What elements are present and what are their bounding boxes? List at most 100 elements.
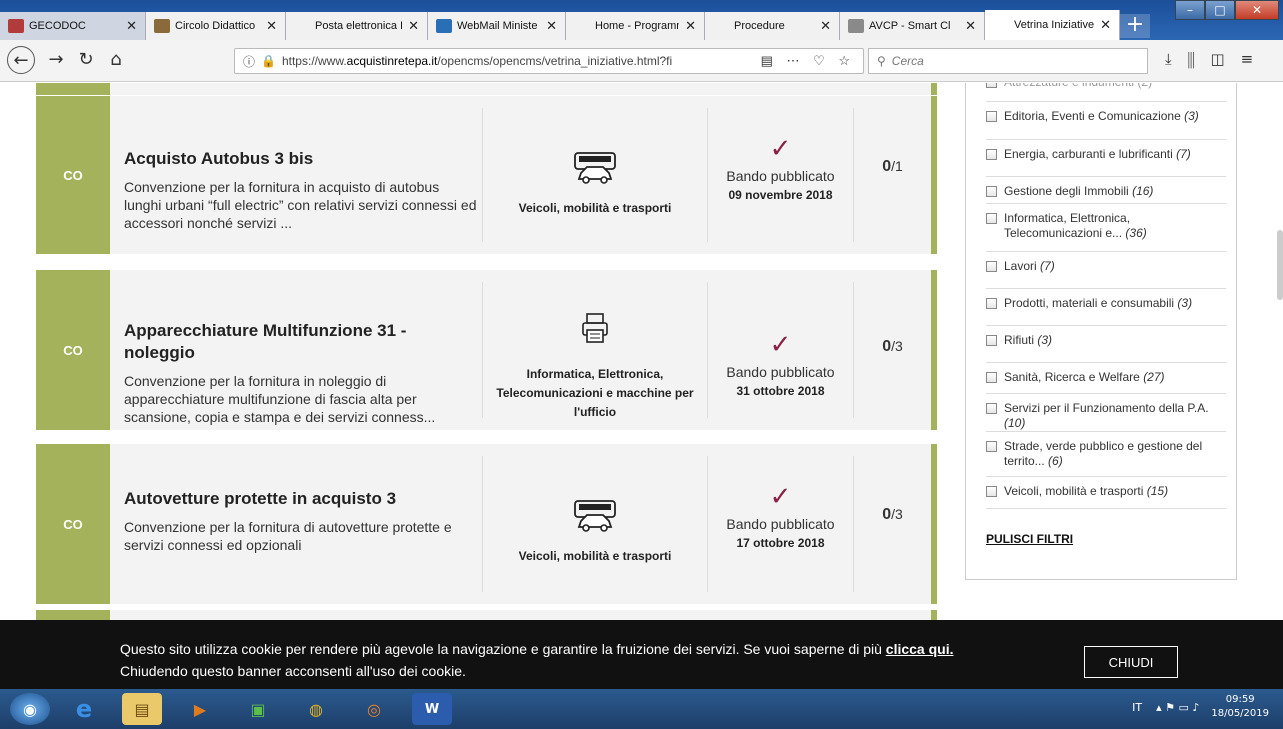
filter-checkbox[interactable] bbox=[986, 186, 997, 197]
card-count: 0/3 bbox=[853, 282, 931, 418]
tab-favicon-icon bbox=[294, 19, 310, 33]
status-label: Bando pubblicato bbox=[726, 168, 835, 184]
start-button[interactable]: ◉ bbox=[10, 693, 50, 725]
minimize-button[interactable]: – bbox=[1175, 0, 1205, 20]
browser-tab[interactable]: GECODOC ✕ bbox=[0, 12, 146, 40]
browser-tab[interactable]: Circolo Didattico ✕ bbox=[146, 12, 286, 40]
address-bar[interactable]: ⓘ 🔒 https://www. acquistinretepa.it/openc… bbox=[234, 48, 864, 74]
cookie-close-button[interactable]: CHIUDI bbox=[1084, 646, 1178, 678]
card-main: Apparecchiature Multifunzione 31 - noleg… bbox=[124, 320, 479, 426]
tab-close-icon[interactable]: ✕ bbox=[408, 18, 419, 34]
page-actions[interactable]: ▤ ⋯ ♡ ☆ bbox=[761, 53, 855, 69]
filter-checkbox[interactable] bbox=[986, 335, 997, 346]
search-input[interactable]: ⚲ Cerca bbox=[868, 48, 1148, 74]
tab-close-icon[interactable]: ✕ bbox=[1100, 17, 1111, 33]
new-tab-button[interactable]: + bbox=[1120, 14, 1150, 38]
toolbar-icons[interactable]: ⤓⫼◫≡ bbox=[1165, 50, 1269, 68]
page-content: CO Acquisto Autobus 3 bis Convenzione per … bbox=[0, 83, 1283, 620]
tab-favicon-icon bbox=[154, 19, 170, 33]
info-icon[interactable]: ⓘ bbox=[243, 53, 255, 70]
filter-separator bbox=[986, 362, 1226, 363]
filter-item[interactable]: Editoria, Eventi e Comunicazione (3) bbox=[986, 109, 1226, 124]
url-domain: acquistinretepa.it bbox=[346, 54, 438, 68]
filter-item[interactable]: Prodotti, materiali e consumabili (3) bbox=[986, 296, 1226, 311]
filter-checkbox[interactable] bbox=[986, 261, 997, 272]
filter-separator bbox=[986, 476, 1226, 477]
tab-close-icon[interactable]: ✕ bbox=[546, 18, 557, 34]
card-count: 0/1 bbox=[853, 108, 931, 242]
card-title[interactable]: Autovetture protette in acquisto 3 bbox=[124, 488, 479, 510]
tab-close-icon[interactable]: ✕ bbox=[820, 18, 831, 34]
filter-checkbox[interactable] bbox=[986, 149, 997, 160]
filter-checkbox[interactable] bbox=[986, 372, 997, 383]
scrollbar-thumb[interactable] bbox=[1277, 230, 1283, 300]
vehicle-icon bbox=[574, 152, 616, 184]
card-status: ✓ Bando pubblicato 17 ottobre 2018 bbox=[707, 456, 853, 592]
filter-item[interactable]: Sanità, Ricerca e Welfare (27) bbox=[986, 370, 1226, 385]
app-icon[interactable]: ▣ bbox=[238, 693, 278, 725]
filter-item[interactable]: Energia, carburanti e lubrificanti (7) bbox=[986, 147, 1226, 162]
window-controls: – □ ✕ bbox=[1175, 0, 1279, 20]
type-badge: CO bbox=[36, 96, 110, 254]
tab-close-icon[interactable]: ✕ bbox=[965, 18, 976, 34]
reload-button[interactable]: ↻ bbox=[72, 46, 100, 74]
initiative-card[interactable]: CO Apparecchiature Multifunzione 31 - nol… bbox=[36, 270, 937, 430]
browser-tab[interactable]: AVCP - Smart Cl ✕ bbox=[840, 12, 985, 40]
home-button[interactable]: ⌂ bbox=[102, 46, 130, 74]
tab-close-icon[interactable]: ✕ bbox=[266, 18, 277, 34]
filter-item[interactable]: Strade, verde pubblico e gestione del te… bbox=[986, 439, 1226, 469]
filter-item[interactable]: Informatica, Elettronica, Telecomunicazi… bbox=[986, 211, 1226, 241]
card-main: Acquisto Autobus 3 bis Convenzione per la… bbox=[124, 148, 479, 232]
browser-tab[interactable]: WebMail Ministe ✕ bbox=[428, 12, 566, 40]
filter-checkbox[interactable] bbox=[986, 298, 997, 309]
filter-item[interactable]: Lavori (7) bbox=[986, 259, 1226, 274]
media-player-icon[interactable]: ▶ bbox=[180, 693, 220, 725]
filter-item-partial[interactable]: Attrezzature e indumenti (2) bbox=[986, 83, 1226, 90]
filter-separator bbox=[986, 288, 1226, 289]
tab-label: WebMail Ministe bbox=[457, 20, 538, 32]
tray-icons[interactable]: ▴ ⚑ ▭ ♪ bbox=[1156, 701, 1199, 714]
explorer-icon[interactable]: ▤ bbox=[122, 693, 162, 725]
close-window-button[interactable]: ✕ bbox=[1235, 0, 1279, 20]
filter-item[interactable]: Veicoli, mobilità e trasporti (15) bbox=[986, 484, 1226, 499]
filter-item[interactable]: Servizi per il Funzionamento della P.A. … bbox=[986, 401, 1226, 431]
browser-tab[interactable]: Posta elettronica Istr ✕ bbox=[286, 12, 428, 40]
filter-separator bbox=[986, 139, 1226, 140]
card-title[interactable]: Acquisto Autobus 3 bis bbox=[124, 148, 479, 170]
card-title[interactable]: Apparecchiature Multifunzione 31 - noleg… bbox=[124, 320, 479, 364]
word-icon[interactable]: W bbox=[412, 693, 452, 725]
initiative-card[interactable]: CO Autovetture protette in acquisto 3 Conv… bbox=[36, 444, 937, 604]
tab-close-icon[interactable]: ✕ bbox=[685, 18, 696, 34]
filter-item[interactable]: Rifiuti (3) bbox=[986, 333, 1226, 348]
browser-tab[interactable]: Vetrina Iniziative ✕ bbox=[985, 10, 1120, 40]
clock[interactable]: 09:59 18/05/2019 bbox=[1211, 693, 1269, 721]
filter-checkbox[interactable] bbox=[986, 213, 997, 224]
filter-checkbox[interactable] bbox=[986, 403, 997, 414]
forward-button[interactable]: → bbox=[42, 46, 70, 74]
filter-separator bbox=[986, 176, 1226, 177]
card-count: 0/3 bbox=[853, 456, 931, 592]
filter-item[interactable]: Gestione degli Immobili (16) bbox=[986, 184, 1226, 199]
tab-close-icon[interactable]: ✕ bbox=[126, 18, 137, 34]
ie-icon[interactable]: e bbox=[64, 693, 104, 725]
filter-separator bbox=[986, 101, 1226, 102]
filter-checkbox[interactable] bbox=[986, 486, 997, 497]
filter-separator bbox=[986, 325, 1226, 326]
cookie-info-link[interactable]: clicca qui. bbox=[886, 641, 954, 657]
filter-checkbox[interactable] bbox=[986, 111, 997, 122]
card-category: Informatica, Elettronica, Telecomunicazi… bbox=[482, 282, 707, 419]
tab-label: GECODOC bbox=[29, 20, 86, 32]
filter-checkbox[interactable] bbox=[986, 441, 997, 452]
navigation-bar: ← → ↻ ⌂ ⓘ 🔒 https://www. acquistinretepa.… bbox=[0, 40, 1283, 82]
browser-tab[interactable]: Procedure ✕ bbox=[705, 12, 840, 40]
tab-label: Procedure bbox=[734, 20, 785, 32]
checkbox[interactable] bbox=[986, 83, 997, 88]
maximize-button[interactable]: □ bbox=[1205, 0, 1235, 20]
reset-filters-link[interactable]: PULISCI FILTRI bbox=[986, 532, 1073, 546]
firefox-icon[interactable]: ◎ bbox=[354, 693, 394, 725]
chrome-icon[interactable]: ◍ bbox=[296, 693, 336, 725]
card-status: ✓ Bando pubblicato 31 ottobre 2018 bbox=[707, 282, 853, 418]
browser-tab[interactable]: Home - Programma ✕ bbox=[566, 12, 705, 40]
initiative-card[interactable]: CO Acquisto Autobus 3 bis Convenzione per … bbox=[36, 96, 937, 254]
back-button[interactable]: ← bbox=[7, 46, 35, 74]
